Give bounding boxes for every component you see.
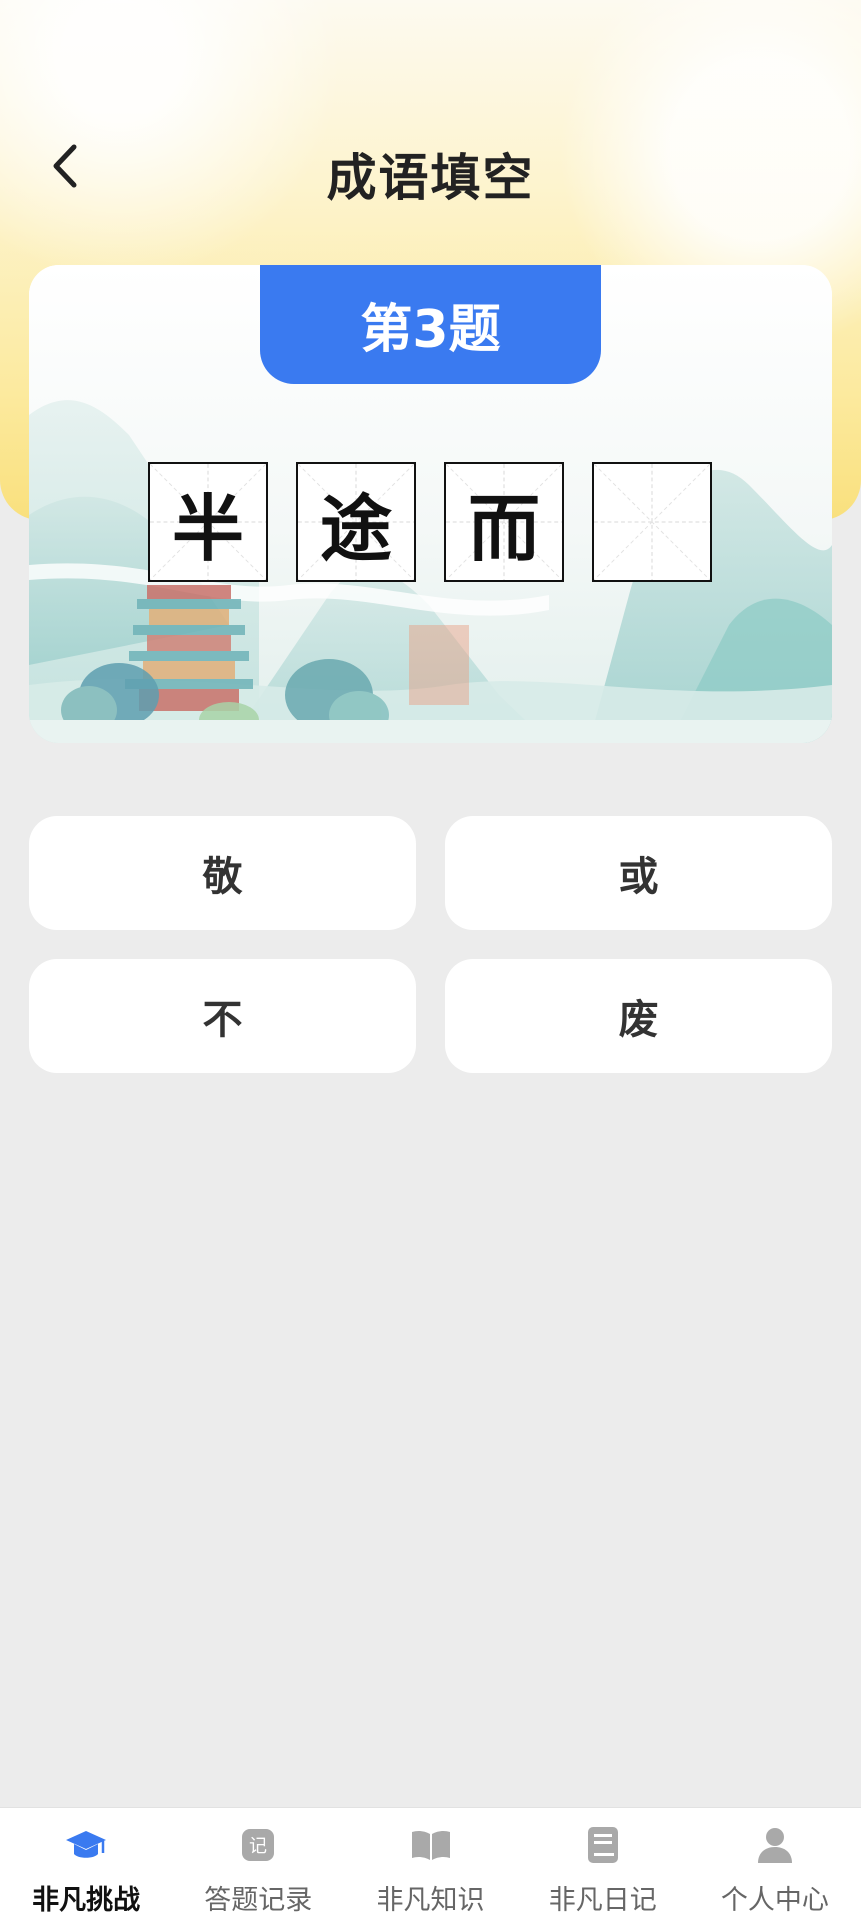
graduation-cap-icon [66, 1831, 107, 1858]
diary-icon [587, 1827, 618, 1863]
tianzi-grid-icon [594, 464, 710, 580]
question-number-badge: 第3题 [260, 265, 601, 384]
idiom-cell-3: 而 [444, 462, 564, 582]
tab-profile[interactable]: 个人中心 [689, 1808, 861, 1920]
tab-diary[interactable]: 非凡日记 [517, 1808, 689, 1920]
bottom-tab-bar: 非凡挑战 记 答题记录 非凡知识 非凡日记 个人中心 [0, 1807, 861, 1920]
idiom-char-1: 半 [171, 486, 244, 571]
option-button-2[interactable]: 或 [445, 816, 832, 930]
option-button-4[interactable]: 废 [445, 959, 832, 1073]
tab-label: 非凡知识 [376, 1885, 485, 1916]
idiom-cell-2: 途 [296, 462, 416, 582]
person-icon [757, 1828, 792, 1863]
svg-text:记: 记 [249, 1836, 267, 1857]
tab-label: 非凡挑战 [32, 1885, 141, 1916]
tab-label: 答题记录 [204, 1885, 313, 1916]
tab-records[interactable]: 记 答题记录 [172, 1808, 344, 1920]
tab-label: 非凡日记 [548, 1885, 657, 1916]
header: 成语填空 [0, 110, 861, 230]
tab-challenge[interactable]: 非凡挑战 [0, 1808, 172, 1920]
record-icon: 记 [242, 1829, 275, 1861]
tab-label: 个人中心 [720, 1885, 829, 1916]
idiom-char-2: 途 [319, 486, 392, 571]
idiom-char-3: 而 [467, 486, 540, 571]
question-card: 第3题 半 途 而 [29, 265, 832, 743]
option-button-1[interactable]: 敬 [29, 816, 416, 930]
idiom-blank-cell [592, 462, 712, 582]
option-button-3[interactable]: 不 [29, 959, 416, 1073]
book-open-icon [411, 1830, 450, 1860]
idiom-cell-1: 半 [148, 462, 268, 582]
tab-knowledge[interactable]: 非凡知识 [344, 1808, 516, 1920]
page-title: 成语填空 [326, 149, 535, 207]
